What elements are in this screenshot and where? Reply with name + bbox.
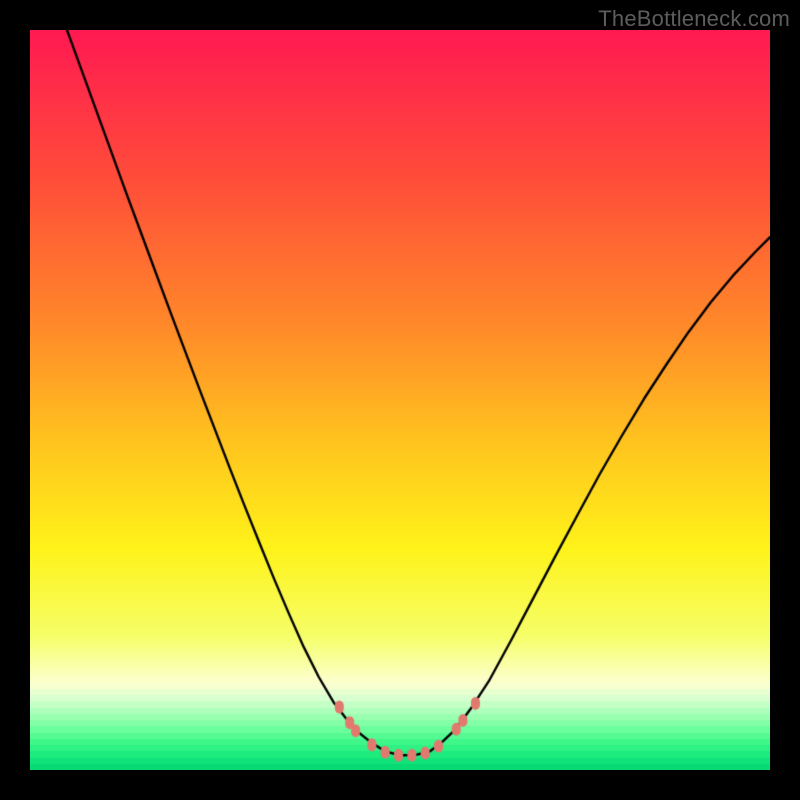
curve-canvas (30, 30, 770, 770)
watermark-text: TheBottleneck.com (598, 6, 790, 32)
chart-frame: TheBottleneck.com (0, 0, 800, 800)
plot-area (30, 30, 770, 770)
